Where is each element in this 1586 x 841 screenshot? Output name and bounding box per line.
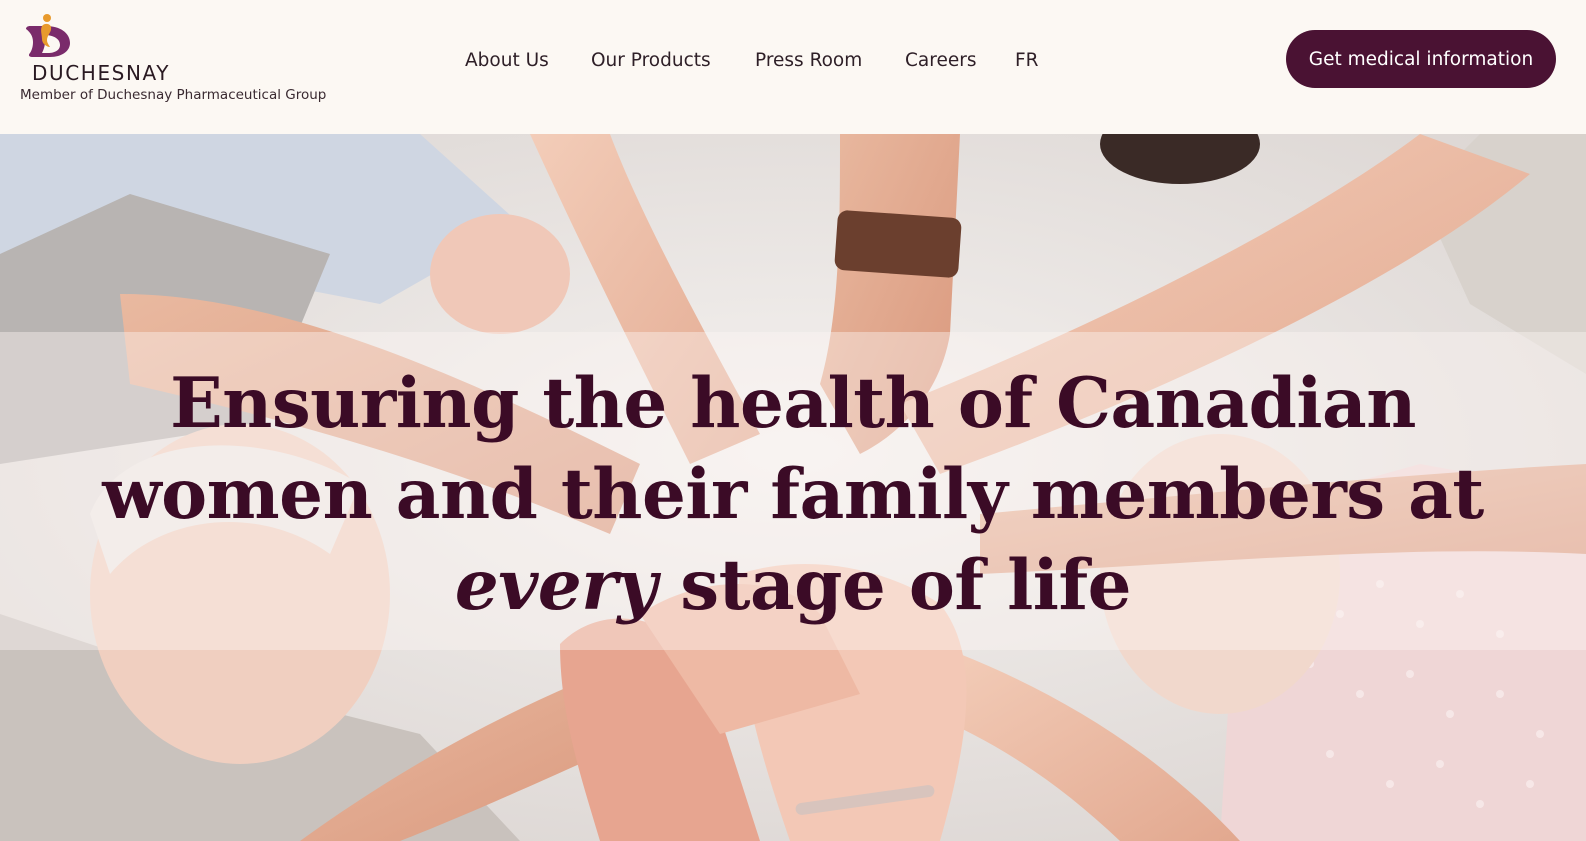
hero-section: Ensuring the health of Canadian women an… xyxy=(0,134,1586,841)
hero-headline-emphasis: every xyxy=(454,545,657,626)
get-medical-information-button[interactable]: Get medical information xyxy=(1286,30,1556,88)
nav-item-language-fr[interactable]: FR xyxy=(1015,50,1039,71)
hero-headline: Ensuring the health of Canadian women an… xyxy=(0,358,1586,631)
nav-item-careers[interactable]: Careers xyxy=(905,50,976,71)
nav-item-our-products[interactable]: Our Products xyxy=(591,50,711,71)
hero-headline-line-3: every stage of life xyxy=(0,540,1586,631)
hero-headline-line-2: women and their family members at xyxy=(102,454,1484,535)
nav-item-about-us[interactable]: About Us xyxy=(465,50,549,71)
hero-headline-line-1: Ensuring the health of Canadian xyxy=(170,363,1416,444)
brand-tagline: Member of Duchesnay Pharmaceutical Group xyxy=(20,87,327,103)
site-header: DUCHESNAY Member of Duchesnay Pharmaceut… xyxy=(0,0,1586,134)
nav-item-press-room[interactable]: Press Room xyxy=(755,50,862,71)
hero-headline-line-3-rest: stage of life xyxy=(656,545,1132,626)
brand-name: DUCHESNAY xyxy=(32,61,171,85)
duchesnay-logo-icon xyxy=(26,14,70,57)
